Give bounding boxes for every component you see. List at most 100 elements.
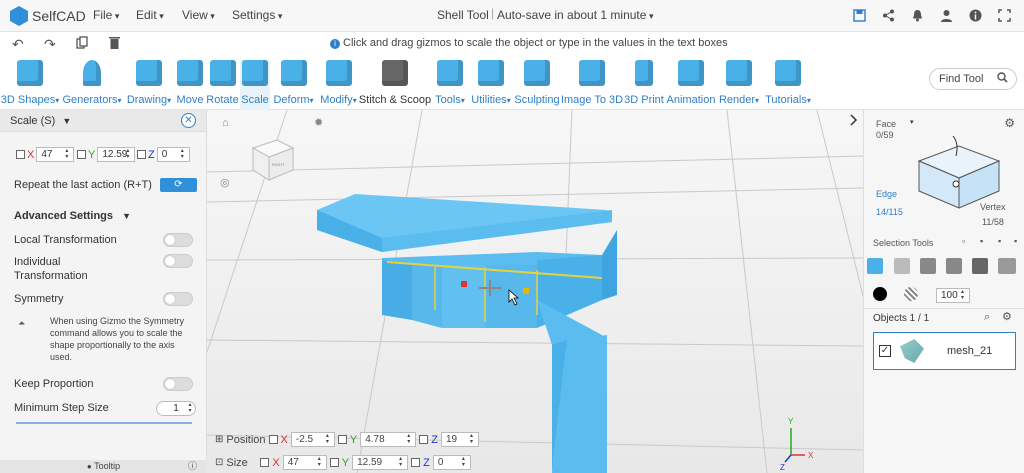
tool-animation[interactable]: Animation [666,60,716,106]
3d-viewport[interactable]: RIGHT ⌂ ◎ ✹ Y X Z ⊞ Position X -2.5 ▴▾ Y… [207,110,863,473]
sculpting-icon [524,60,550,86]
brush-soft-icon[interactable] [904,287,918,301]
select-paint-icon[interactable] [998,258,1016,274]
info-icon[interactable] [967,7,983,23]
fullscreen-icon[interactable] [996,7,1012,23]
selfcad-logo[interactable]: SelfCAD [10,6,86,26]
objects-settings-icon[interactable]: ⚙ [1002,310,1012,323]
objects-count-label: Objects 1 / 1 [873,313,930,324]
title-separator: | [491,6,495,20]
size-z-input[interactable]: 0 [432,455,471,470]
search-icon [997,72,1008,86]
x-lock-checkbox[interactable] [16,150,25,159]
autosave-status[interactable]: Auto-save in about 1 minute [497,8,653,22]
select-clear-icon[interactable]: ▪ [1014,236,1017,246]
position-y-input[interactable]: 4.78 [360,432,417,447]
hint-message: i Click and drag gizmos to scale the obje… [330,37,728,49]
tool-drawing[interactable]: Drawing [124,60,174,106]
tool-deform[interactable]: Deform [271,60,316,106]
object-visibility-checkbox[interactable]: ✓ [879,345,891,357]
symmetry-toggle[interactable] [163,292,193,306]
keep-proportion-toggle[interactable] [163,377,193,391]
tool-3d-print[interactable]: 3D Print [624,60,664,106]
top-menu-bar: SelfCAD File Edit View Settings Shell To… [0,0,1024,32]
tool-modify[interactable]: Modify [317,60,360,106]
settings-gear-icon[interactable]: ⚙ [1004,116,1015,130]
tool-rotate[interactable]: Rotate [206,60,239,106]
tool-move[interactable]: Move [175,60,205,106]
panel-divider [16,422,192,424]
object-list-item[interactable]: ✓ mesh_21 [873,332,1016,370]
generator-icon [83,60,101,86]
tooltip-bar[interactable]: ● Tooltip ⓘ [0,460,207,473]
tool-sculpting[interactable]: Sculpting [514,60,560,106]
menu-settings[interactable]: Settings [232,8,282,22]
view-cube-label: RIGHT [272,162,285,167]
face-dropdown-icon[interactable]: ▾ [910,118,914,126]
advanced-settings-header[interactable]: Advanced Settings ▼ [14,210,131,222]
position-z-input[interactable]: 19 [440,432,479,447]
utilities-icon [478,60,504,86]
user-account-icon[interactable] [938,7,954,23]
select-all-icon[interactable]: ▫ [962,236,965,246]
local-transformation-toggle[interactable] [163,233,193,247]
minimum-step-input[interactable]: 1 [156,401,196,416]
menu-edit[interactable]: Edit [136,8,164,22]
tooltip-info-icon[interactable]: ⓘ [188,460,197,473]
select-object-icon[interactable] [867,258,883,274]
minimum-step-label: Minimum Step Size [14,402,109,414]
repeat-action-button[interactable]: ⟳ [160,178,197,192]
svg-text:X: X [808,451,814,460]
tool-generators[interactable]: Generators [62,60,122,106]
select-invert-icon[interactable]: ▪ [980,236,983,246]
individual-transformation-toggle[interactable] [163,254,193,268]
tool-tutorials[interactable]: Tutorials [762,60,814,106]
size-y-input[interactable]: 12.59 [352,455,409,470]
tool-tools[interactable]: Tools [431,60,469,106]
select-edge-icon[interactable] [946,258,962,274]
object-name: mesh_21 [947,345,993,357]
find-tool-label: Find Tool [939,73,984,85]
tool-utilities[interactable]: Utilities [470,60,512,106]
x-scale-input[interactable]: 47 [36,147,75,162]
z-scale-input[interactable]: 0 [156,147,190,162]
close-panel-icon[interactable]: ✕ [181,113,196,128]
select-vertex-icon[interactable] [972,258,988,274]
redo-icon[interactable]: ↷ [44,36,56,53]
undo-icon[interactable]: ↶ [12,36,24,53]
tool-3d-shapes[interactable]: 3D Shapes [0,60,60,106]
y-scale-input[interactable]: 12.59 [97,147,136,162]
tool-scale[interactable]: Scale [240,60,270,110]
find-tool-search[interactable]: Find Tool [929,68,1017,90]
tool-render[interactable]: Render [718,60,760,106]
notification-bell-icon[interactable] [909,7,925,23]
document-title: Shell Tool [437,8,489,22]
select-face-icon[interactable] [920,258,936,274]
share-icon[interactable] [880,7,896,23]
copy-icon[interactable] [76,36,88,52]
tool-image-to-3d[interactable]: Image To 3D [561,60,623,106]
save-icon[interactable] [851,7,867,23]
tool-stitch-scoop[interactable]: Stitch & Scoop [359,60,431,106]
brush-size-input[interactable]: 100 [936,288,970,303]
edge-label[interactable]: Edge [876,189,897,199]
z-lock-checkbox[interactable] [137,150,146,159]
collapse-arrow-icon[interactable]: ▼ [62,116,71,126]
position-x-input[interactable]: -2.5 [290,432,335,447]
menu-view[interactable]: View [182,8,215,22]
size-readout: ⊡ Size X 47 Y 12.59 Z 0 [215,455,471,470]
vertex-label[interactable]: Vertex [980,202,1006,212]
menu-file[interactable]: File [93,8,119,22]
symmetry-note: When using Gizmo the Symmetry command al… [50,316,185,362]
y-lock-checkbox[interactable] [77,150,86,159]
select-wireframe-icon[interactable] [894,258,910,274]
search-objects-icon[interactable]: ⌕ [984,311,990,324]
delete-icon[interactable] [109,36,120,52]
size-x-input[interactable]: 47 [282,455,327,470]
tools-icon [437,60,463,86]
orbit-icon: ◎ [220,177,230,189]
select-similar-icon[interactable]: ▪ [998,236,1001,246]
face-label[interactable]: Face [876,119,896,129]
scene-canvas[interactable]: RIGHT ⌂ ◎ ✹ Y X Z [207,110,863,473]
brush-solid-icon[interactable] [873,287,887,301]
